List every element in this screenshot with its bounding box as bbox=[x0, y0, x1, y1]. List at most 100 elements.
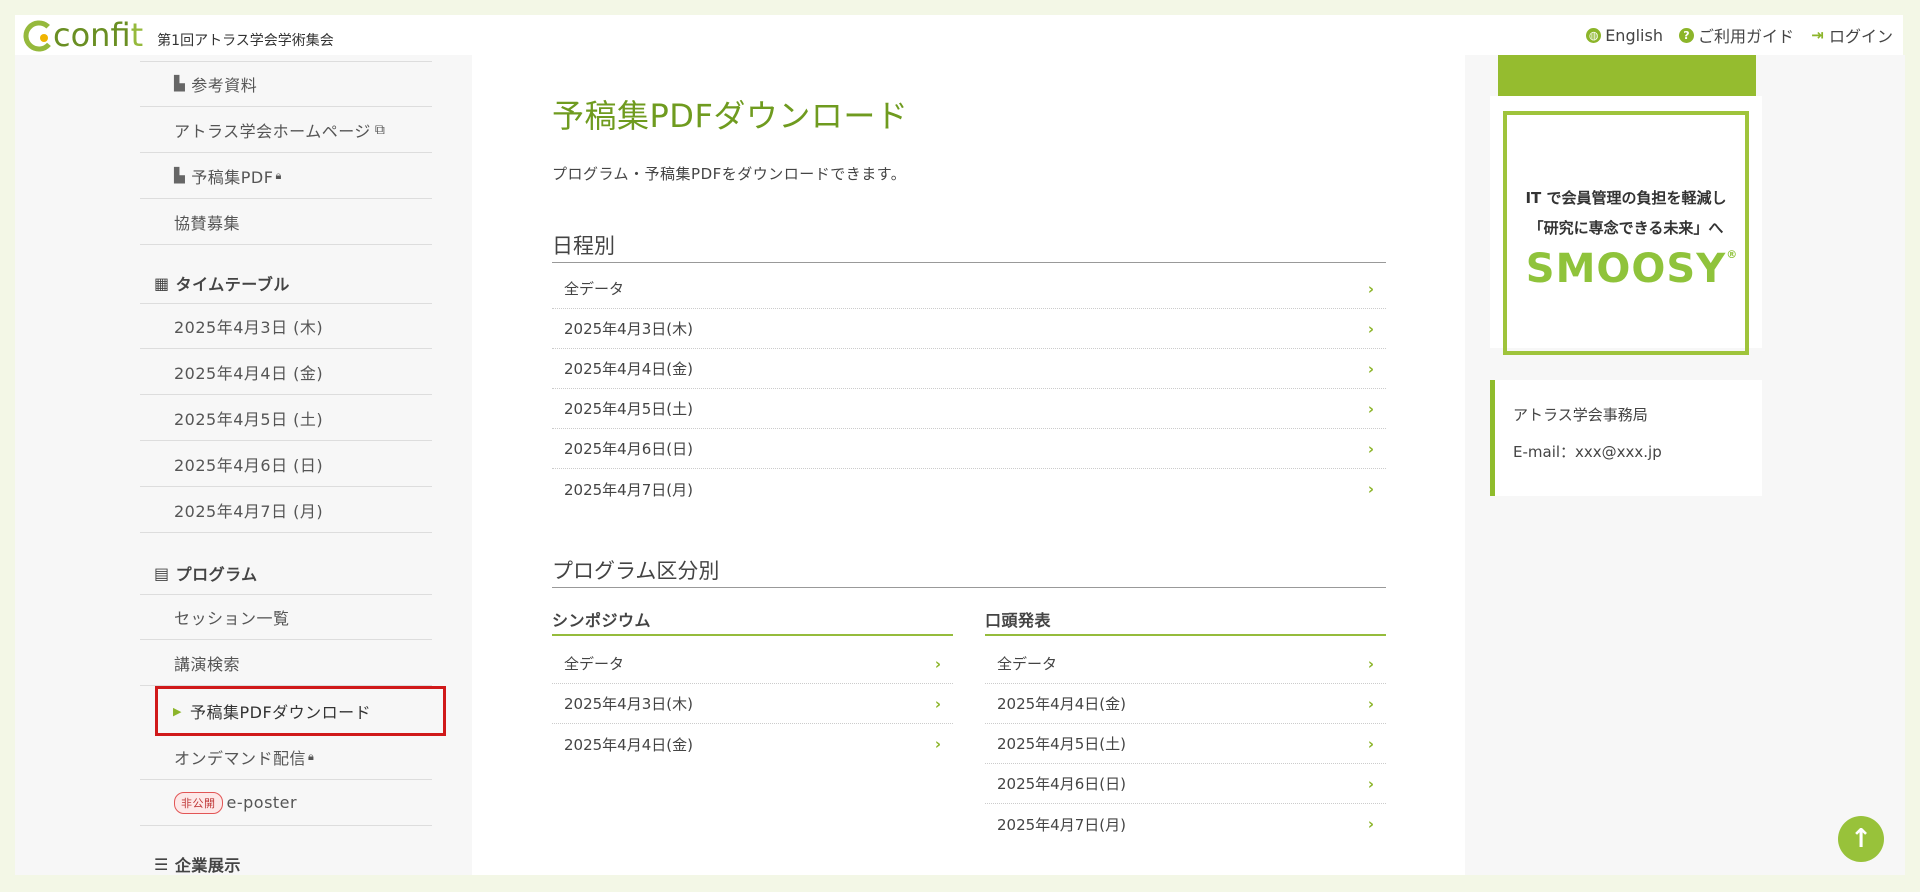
row-label: 2025年4月4日(金) bbox=[997, 695, 1126, 713]
chevron-right-icon: › bbox=[1367, 480, 1374, 498]
sidebar-item-label: 2025年4月5日 (土) bbox=[174, 409, 324, 429]
sidebar-item-label: 協賛募集 bbox=[174, 213, 241, 233]
chevron-right-icon: › bbox=[934, 735, 941, 753]
pdf-file-icon: ▙ bbox=[174, 167, 186, 184]
by-date-heading: 日程別 bbox=[552, 230, 1386, 263]
arrow-up-icon: ↑ bbox=[1850, 824, 1872, 854]
sidebar-item-on-demand[interactable]: オンデマンド配信 🔒︎ bbox=[140, 734, 432, 780]
sidebar-item-label: 2025年4月6日 (日) bbox=[174, 455, 324, 475]
oral-row-all[interactable]: 全データ › bbox=[985, 644, 1386, 684]
row-label: 2025年4月7日(月) bbox=[564, 480, 693, 499]
english-link[interactable]: ◍ English bbox=[1586, 26, 1663, 45]
chevron-right-icon: › bbox=[1367, 694, 1374, 713]
green-banner-bar bbox=[1498, 55, 1756, 96]
sidebar-item-timetable-0405[interactable]: 2025年4月5日 (土) bbox=[140, 395, 432, 441]
date-row-0406[interactable]: 2025年4月6日(日) › bbox=[552, 429, 1386, 469]
row-label: 2025年4月4日(金) bbox=[564, 735, 693, 754]
chevron-right-icon: › bbox=[934, 654, 941, 673]
header-links: ◍ English ? ご利用ガイド ⇥ ログイン bbox=[1586, 15, 1893, 55]
confit-logo[interactable]: confit bbox=[23, 19, 143, 52]
row-label: 2025年4月7日(月) bbox=[997, 815, 1126, 834]
sidebar-item-timetable-0407[interactable]: 2025年4月7日 (月) bbox=[140, 487, 432, 533]
contact-org: アトラス学会事務局 bbox=[1513, 406, 1648, 424]
oral-row-0406[interactable]: 2025年4月6日(日) › bbox=[985, 764, 1386, 804]
exhibit-heading: ☰ 企業展示 bbox=[154, 852, 241, 876]
row-label: 2025年4月3日(木) bbox=[564, 695, 693, 713]
menu-icon: ☰ bbox=[154, 854, 169, 874]
oral-row-0407[interactable]: 2025年4月7日(月) › bbox=[985, 804, 1386, 844]
sidebar-item-timetable-0404[interactable]: 2025年4月4日 (金) bbox=[140, 349, 432, 395]
sidebar-item-proceedings-pdf[interactable]: ▙ 予稿集PDF 🔒︎ bbox=[140, 153, 432, 199]
sidebar-item-sponsorship[interactable]: 協賛募集 bbox=[140, 199, 432, 245]
sidebar-item-eposter[interactable]: 非公開 e-poster bbox=[140, 780, 432, 826]
sidebar-item-label: セッション一覧 bbox=[174, 609, 290, 628]
lock-icon: 🔒︎ bbox=[308, 749, 315, 763]
guide-label: ご利用ガイド bbox=[1697, 27, 1794, 46]
smoosy-logo-text: SMOOSY bbox=[1525, 246, 1727, 292]
date-row-0407[interactable]: 2025年4月7日(月) › bbox=[552, 469, 1386, 509]
smoosy-ad-banner[interactable]: IT で会員管理の負担を軽減し 「研究に専念できる未来」へ SMOOSY ® bbox=[1503, 111, 1749, 355]
timetable-heading-label: タイムテーブル bbox=[175, 275, 290, 294]
sponsor-ad[interactable]: IT で会員管理の負担を軽減し 「研究に専念できる未来」へ SMOOSY ® bbox=[1490, 96, 1762, 355]
chevron-right-icon: › bbox=[1367, 439, 1374, 458]
globe-icon: ◍ bbox=[1586, 27, 1602, 43]
symposium-heading: シンポジウム bbox=[552, 607, 953, 636]
symposium-row-all[interactable]: 全データ › bbox=[552, 644, 953, 684]
sidebar-item-label: アトラス学会ホームページ bbox=[174, 121, 371, 141]
oral-row-0405[interactable]: 2025年4月5日(土) › bbox=[985, 724, 1386, 764]
date-row-0405[interactable]: 2025年4月5日(土) › bbox=[552, 389, 1386, 429]
sidebar-item-homepage[interactable]: アトラス学会ホームページ ⧉ bbox=[140, 107, 432, 153]
timetable-heading: ▦ タイムテーブル bbox=[154, 271, 290, 295]
sidebar-item-label: 2025年4月4日 (金) bbox=[174, 363, 324, 383]
login-link[interactable]: ⇥ ログイン bbox=[1810, 23, 1893, 47]
sidebar-item-label: 講演検索 bbox=[174, 654, 241, 674]
chevron-right-icon: › bbox=[1367, 359, 1374, 378]
row-label: 全データ bbox=[564, 280, 625, 298]
login-label: ログイン bbox=[1828, 27, 1893, 46]
sidebar-item-references[interactable]: ▙ 参考資料 bbox=[140, 61, 432, 107]
row-label: 2025年4月5日(土) bbox=[997, 735, 1126, 753]
private-badge: 非公開 bbox=[174, 791, 223, 814]
row-label: 2025年4月6日(日) bbox=[997, 775, 1126, 793]
sidebar-item-session-list[interactable]: セッション一覧 bbox=[140, 594, 432, 640]
chevron-right-icon: › bbox=[1367, 734, 1374, 753]
smoosy-logo: SMOOSY ® bbox=[1525, 246, 1737, 292]
chevron-right-icon: › bbox=[1367, 774, 1374, 793]
scroll-to-top-button[interactable]: ↑ bbox=[1838, 816, 1884, 862]
sidebar-item-label: e-poster bbox=[226, 793, 298, 812]
sidebar-item-label: 2025年4月7日 (月) bbox=[174, 501, 324, 521]
confit-logo-icon bbox=[23, 19, 55, 52]
exhibit-heading-label: 企業展示 bbox=[174, 856, 241, 875]
contact-box: アトラス学会事務局 E-mail：xxx@xxx.jp bbox=[1490, 380, 1762, 496]
ad-line-1: IT で会員管理の負担を軽減し bbox=[1525, 189, 1727, 207]
date-row-0403[interactable]: 2025年4月3日(木) › bbox=[552, 309, 1386, 349]
sidebar-item-timetable-0406[interactable]: 2025年4月6日 (日) bbox=[140, 441, 432, 487]
main-content: 予稿集PDFダウンロード プログラム・予稿集PDFをダウンロードできます。 日程… bbox=[472, 55, 1465, 875]
top-header: confit 第1回アトラス学会学術集会 ◍ English ? ご利用ガイド ⇥ ロ… bbox=[15, 15, 1903, 55]
symposium-row-0404[interactable]: 2025年4月4日(金) › bbox=[552, 724, 953, 764]
page-description: プログラム・予稿集PDFをダウンロードできます。 bbox=[552, 165, 907, 183]
sidebar-item-timetable-0403[interactable]: 2025年4月3日 (木) bbox=[140, 303, 432, 349]
row-label: 2025年4月5日(土) bbox=[564, 400, 693, 418]
book-icon: ▤ bbox=[154, 563, 170, 583]
english-label: English bbox=[1605, 25, 1663, 45]
pdf-file-icon: ▙ bbox=[174, 76, 186, 92]
sidebar-item-lecture-search[interactable]: 講演検索 bbox=[140, 640, 432, 686]
program-heading-label: プログラム bbox=[175, 565, 258, 584]
event-title[interactable]: 第1回アトラス学会学術集会 bbox=[157, 30, 334, 50]
calendar-icon: ▦ bbox=[154, 273, 170, 293]
date-row-all[interactable]: 全データ › bbox=[552, 269, 1386, 309]
oral-heading: 口頭発表 bbox=[985, 607, 1386, 636]
sidebar-item-label: 2025年4月3日 (木) bbox=[174, 318, 324, 337]
row-label: 全データ bbox=[564, 655, 625, 673]
chevron-right-icon: › bbox=[1367, 815, 1374, 833]
program-heading: ▤ プログラム bbox=[154, 561, 258, 585]
chevron-right-icon: › bbox=[1367, 654, 1374, 673]
date-row-0404[interactable]: 2025年4月4日(金) › bbox=[552, 349, 1386, 389]
right-column: IT で会員管理の負担を軽減し 「研究に専念できる未来」へ SMOOSY ® アト… bbox=[1465, 55, 1905, 875]
oral-row-0404[interactable]: 2025年4月4日(金) › bbox=[985, 684, 1386, 724]
guide-link[interactable]: ? ご利用ガイド bbox=[1678, 23, 1794, 47]
symposium-row-0403[interactable]: 2025年4月3日(木) › bbox=[552, 684, 953, 724]
contact-email[interactable]: E-mail：xxx@xxx.jp bbox=[1513, 441, 1744, 462]
chevron-right-icon: › bbox=[1367, 399, 1374, 418]
